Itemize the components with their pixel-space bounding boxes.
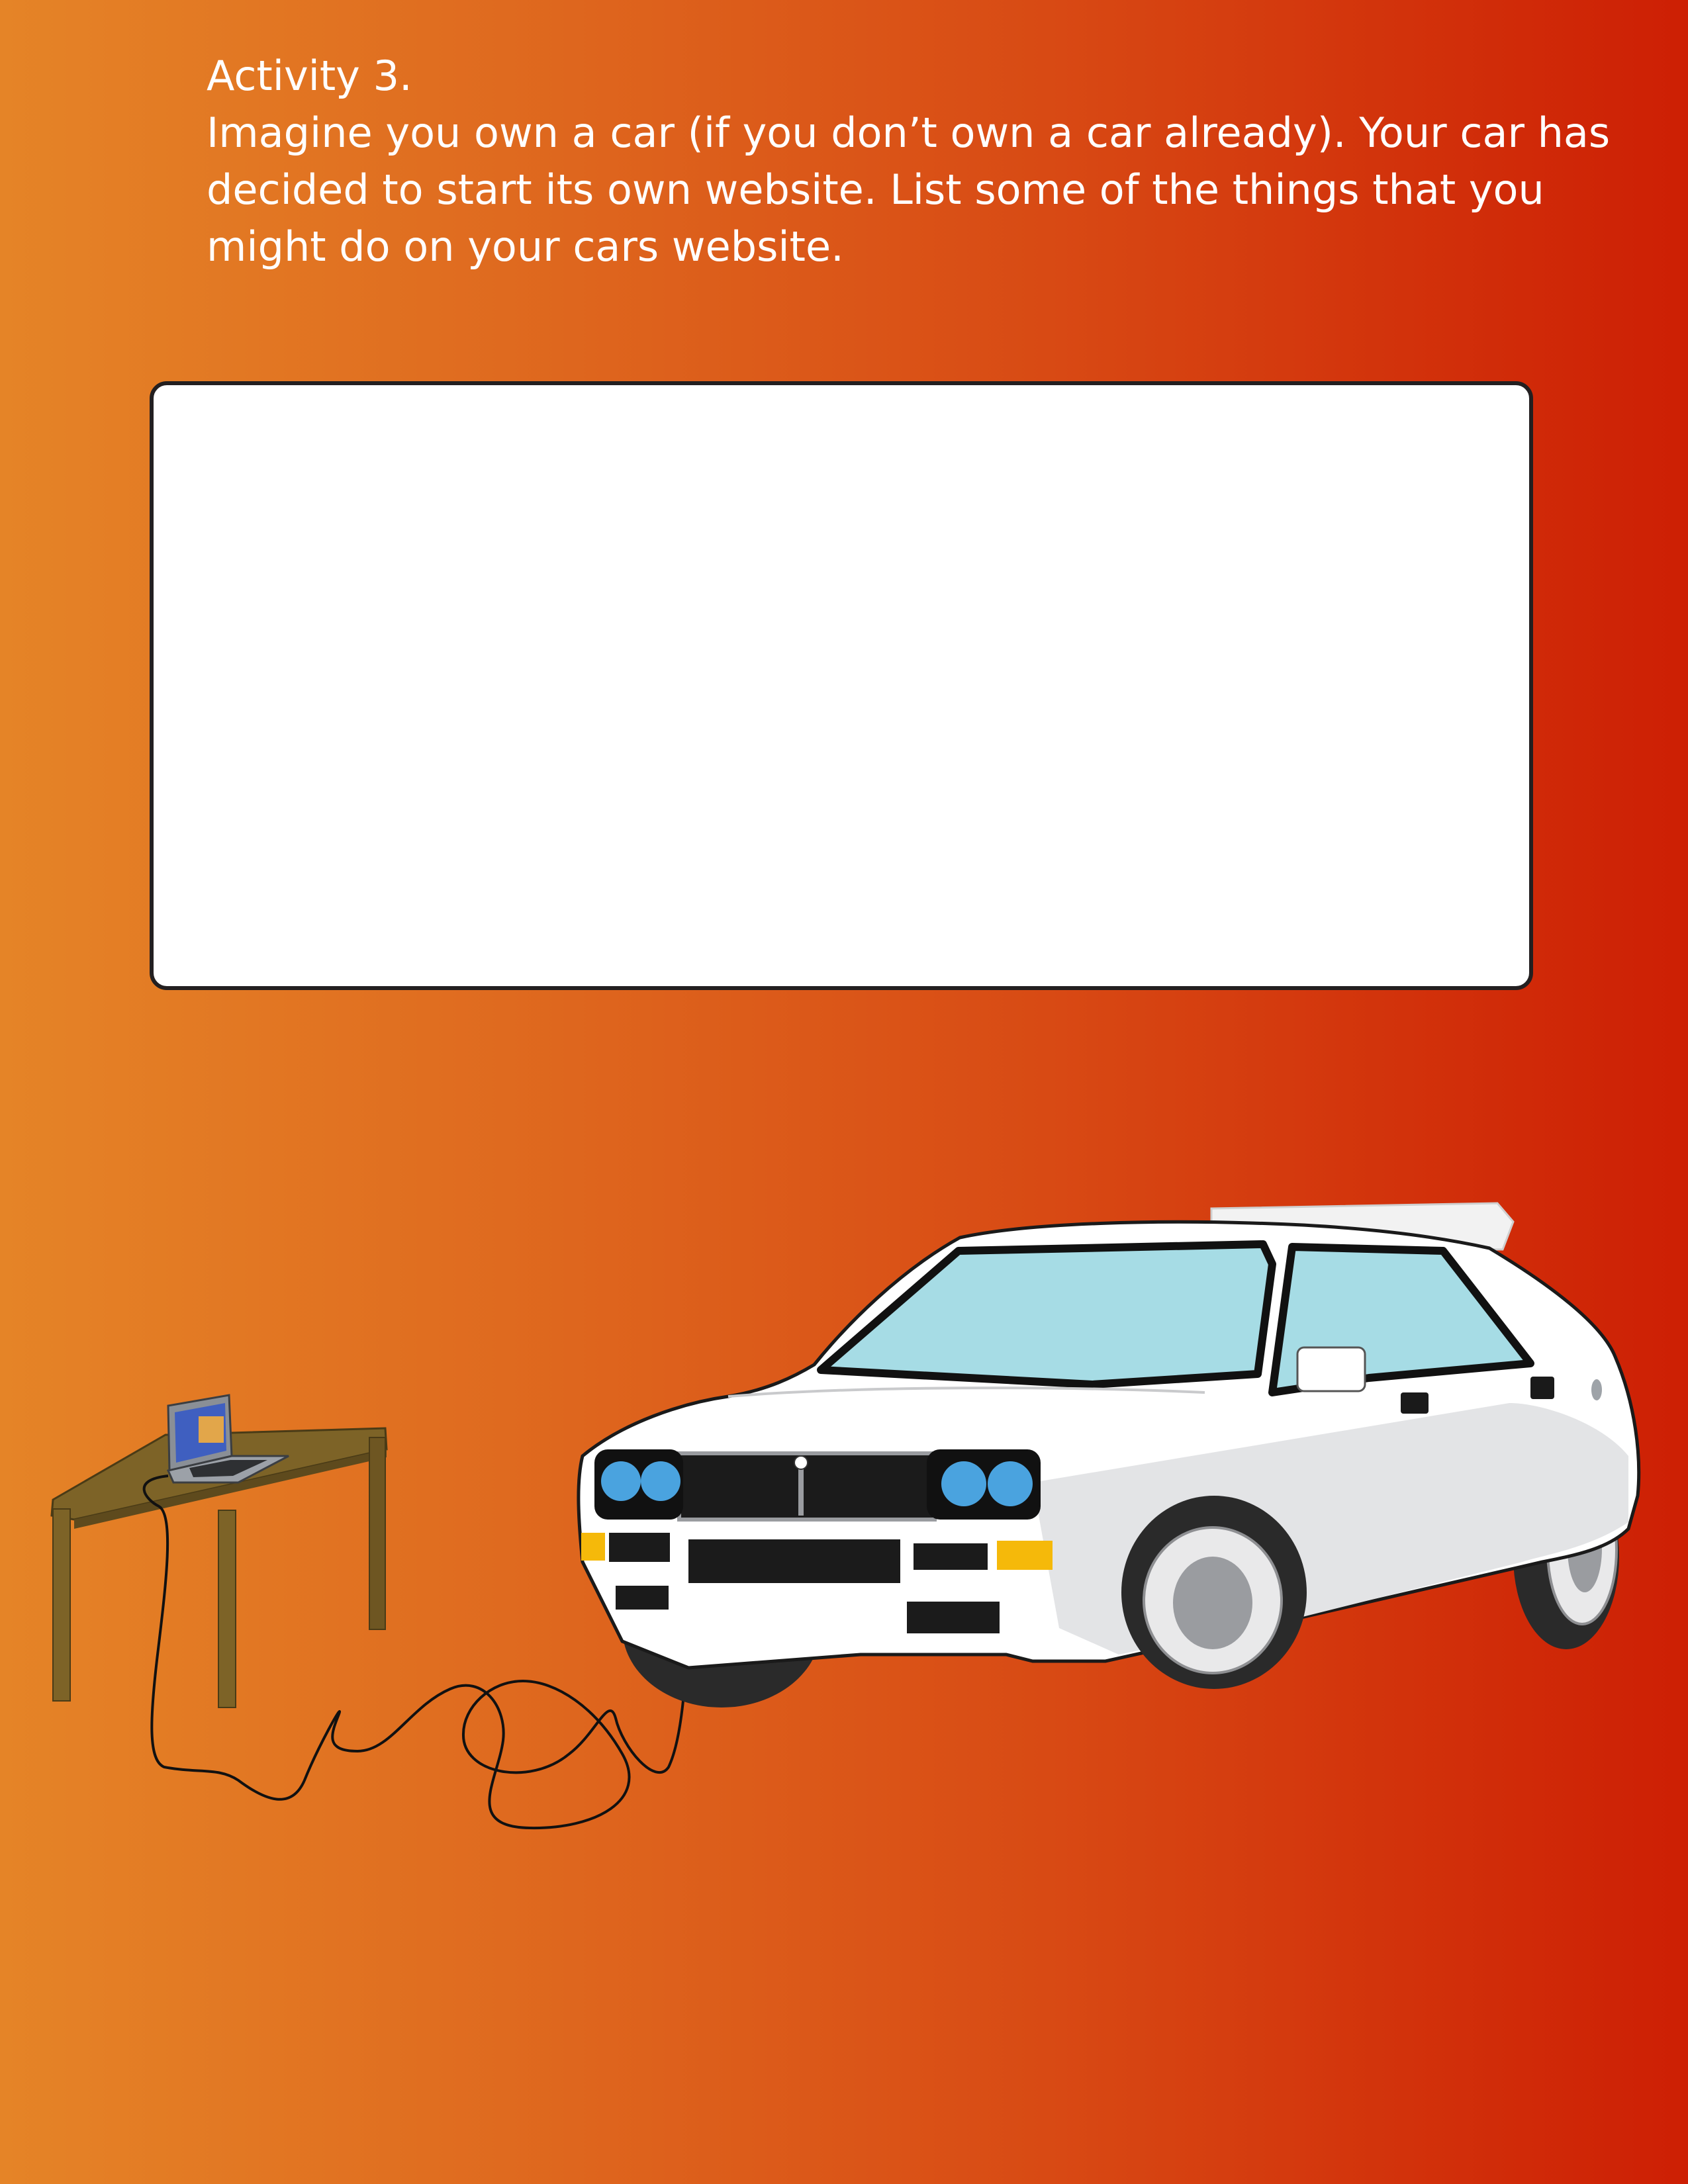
- activity-heading: Activity 3.: [207, 52, 412, 100]
- prompt-line-3: might do on your cars website.: [207, 222, 844, 271]
- car-icon: [577, 1202, 1641, 1707]
- prompt-line-1: Imagine you own a car (if you don’t own …: [207, 109, 1611, 157]
- prompt-line-2: decided to start its own website. List s…: [207, 165, 1544, 214]
- activity-instructions: Activity 3. Imagine you own a car (if yo…: [207, 48, 1650, 275]
- illustration: [50, 1202, 1641, 1830]
- answer-box[interactable]: [150, 381, 1533, 990]
